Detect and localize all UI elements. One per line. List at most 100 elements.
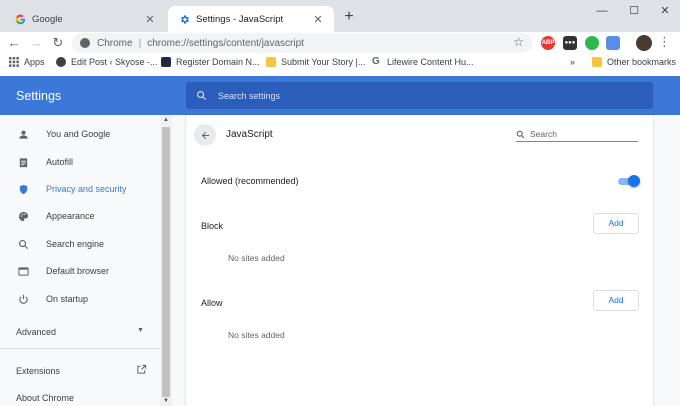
sidebar-item-label: Default browser <box>46 266 110 276</box>
allow-section-label: Allow <box>201 298 223 308</box>
google-g-icon <box>14 13 26 25</box>
search-settings-placeholder: Search settings <box>218 90 281 101</box>
allowed-recommended-label: Allowed (recommended) <box>201 176 299 186</box>
menu-dots-icon[interactable]: ⋮ <box>658 34 671 50</box>
bookmarks-overflow-chevron[interactable]: » <box>570 57 575 67</box>
search-input[interactable]: Search <box>516 127 638 142</box>
settings-title: Settings <box>16 89 62 103</box>
tab-title: Google <box>32 13 63 25</box>
google-g-icon: G <box>372 56 380 67</box>
sidebar-item-label: Appearance <box>46 211 95 221</box>
bookmark-label: Submit Your Story |... <box>281 57 366 67</box>
sidebar-about-chrome[interactable]: About Chrome <box>16 393 74 403</box>
advanced-label: Advanced <box>16 327 57 337</box>
bookmark-label: Register Domain N... <box>176 57 260 67</box>
bookmark-lifewire[interactable]: G Lifewire Content Hu... <box>372 56 474 68</box>
minimize-icon[interactable]: — <box>588 2 616 20</box>
yellow-doc-icon <box>266 57 276 67</box>
sidebar-item-appearance[interactable]: Appearance <box>0 206 160 226</box>
allowed-toggle[interactable] <box>618 175 640 187</box>
forward-arrow-icon[interactable]: → <box>27 34 45 52</box>
bookmarks-bar: Apps Edit Post ‹ Skyose -... Register Do… <box>0 54 680 73</box>
sidebar-divider <box>0 348 160 349</box>
sidebar-item-search-engine[interactable]: Search engine <box>0 234 160 254</box>
scroll-up-arrow-icon[interactable]: ▲ <box>163 117 169 123</box>
browser-toolbar: ← → ↻ Chrome | chrome://settings/content… <box>0 32 680 54</box>
address-bar[interactable]: Chrome | chrome://settings/content/javas… <box>72 33 532 53</box>
scrollbar-thumb[interactable] <box>162 127 170 397</box>
extensions-label: Extensions <box>16 366 61 376</box>
sidebar-item-on-startup[interactable]: On startup <box>0 289 160 309</box>
sidebar-item-you-and-google[interactable]: You and Google <box>0 124 160 144</box>
other-bookmarks-label: Other bookmarks <box>607 57 677 67</box>
tab-google[interactable]: Google ✕ <box>4 6 166 32</box>
sidebar-item-autofill[interactable]: Autofill <box>0 152 160 172</box>
dark-square-icon <box>161 57 171 67</box>
evernote-icon[interactable] <box>585 36 599 50</box>
sidebar-item-default-browser[interactable]: Default browser <box>0 261 160 281</box>
bookmark-label: Lifewire Content Hu... <box>387 57 474 67</box>
omnibox-separator: | <box>138 37 142 49</box>
dark-extension-icon[interactable]: ●●● <box>563 36 577 50</box>
apps-grid-icon <box>9 57 19 67</box>
sidebar-item-label: Privacy and security <box>46 184 127 194</box>
sidebar-item-label: You and Google <box>46 129 111 139</box>
block-empty-text: No sites added <box>228 253 285 263</box>
new-tab-button[interactable]: + <box>340 8 358 26</box>
block-add-button[interactable]: Add <box>593 213 639 234</box>
tab-close-icon[interactable]: ✕ <box>144 13 156 26</box>
back-button[interactable] <box>194 124 216 146</box>
gear-icon <box>178 13 190 25</box>
chevron-down-icon: ▼ <box>137 327 144 334</box>
person-icon <box>17 128 29 140</box>
bookmark-label: Apps <box>24 57 45 67</box>
clipboard-icon <box>17 156 29 168</box>
sidebar-advanced[interactable]: Advanced ▼ <box>16 327 146 337</box>
tab-close-icon[interactable]: ✕ <box>312 13 324 26</box>
search-settings-input[interactable]: Search settings <box>186 82 653 109</box>
bookmark-edit-post[interactable]: Edit Post ‹ Skyose -... <box>56 57 158 67</box>
maximize-icon[interactable]: ☐ <box>620 2 648 20</box>
search-icon <box>516 130 525 138</box>
tab-strip: Google ✕ Settings - JavaScript ✕ + — ☐ ✕ <box>0 0 680 32</box>
bookmark-label: Edit Post ‹ Skyose -... <box>71 57 158 67</box>
page-title: JavaScript <box>226 129 273 140</box>
blue-extension-icon[interactable] <box>606 36 620 50</box>
palette-icon <box>17 210 29 222</box>
search-icon <box>197 91 207 101</box>
wordpress-icon <box>56 57 66 67</box>
allow-empty-text: No sites added <box>228 330 285 340</box>
scroll-down-arrow-icon[interactable]: ▼ <box>163 398 169 404</box>
block-section-label: Block <box>201 221 224 231</box>
search-placeholder: Search <box>530 129 557 139</box>
close-window-icon[interactable]: ✕ <box>651 2 679 20</box>
bookmark-register-domain[interactable]: Register Domain N... <box>161 57 260 67</box>
sidebar-scrollbar[interactable]: ▲ ▼ <box>160 115 172 406</box>
sidebar-item-label: Search engine <box>46 239 105 249</box>
reload-icon[interactable]: ↻ <box>49 34 67 52</box>
sidebar-item-label: Autofill <box>46 157 74 167</box>
bookmark-star-icon[interactable]: ☆ <box>513 35 524 49</box>
bookmark-submit-story[interactable]: Submit Your Story |... <box>266 57 365 67</box>
settings-sidebar: You and Google Autofill Privacy and secu… <box>0 115 160 406</box>
browser-window-icon <box>17 265 29 277</box>
allow-add-button[interactable]: Add <box>593 290 639 311</box>
omnibox-url: chrome://settings/content/javascript <box>147 37 304 49</box>
tab-settings-javascript[interactable]: Settings - JavaScript ✕ <box>168 6 334 32</box>
toggle-knob <box>628 175 640 187</box>
profile-avatar[interactable] <box>636 35 652 51</box>
folder-icon <box>592 57 602 67</box>
sidebar-item-privacy-and-security[interactable]: Privacy and security <box>0 179 160 199</box>
search-icon <box>17 238 29 250</box>
shield-icon <box>17 183 29 195</box>
settings-header: Settings Search settings <box>0 76 680 115</box>
bookmark-apps[interactable]: Apps <box>9 57 45 67</box>
site-info-icon[interactable] <box>80 38 90 48</box>
omnibox-scheme: Chrome <box>97 37 133 49</box>
javascript-settings-card: JavaScript Search Allowed (recommended) … <box>186 115 653 406</box>
abp-icon[interactable]: ABP <box>541 36 555 50</box>
back-arrow-icon <box>201 131 209 139</box>
other-bookmarks[interactable]: Other bookmarks <box>592 57 676 67</box>
back-arrow-icon[interactable]: ← <box>5 34 23 52</box>
sidebar-extensions[interactable]: Extensions <box>16 364 150 376</box>
